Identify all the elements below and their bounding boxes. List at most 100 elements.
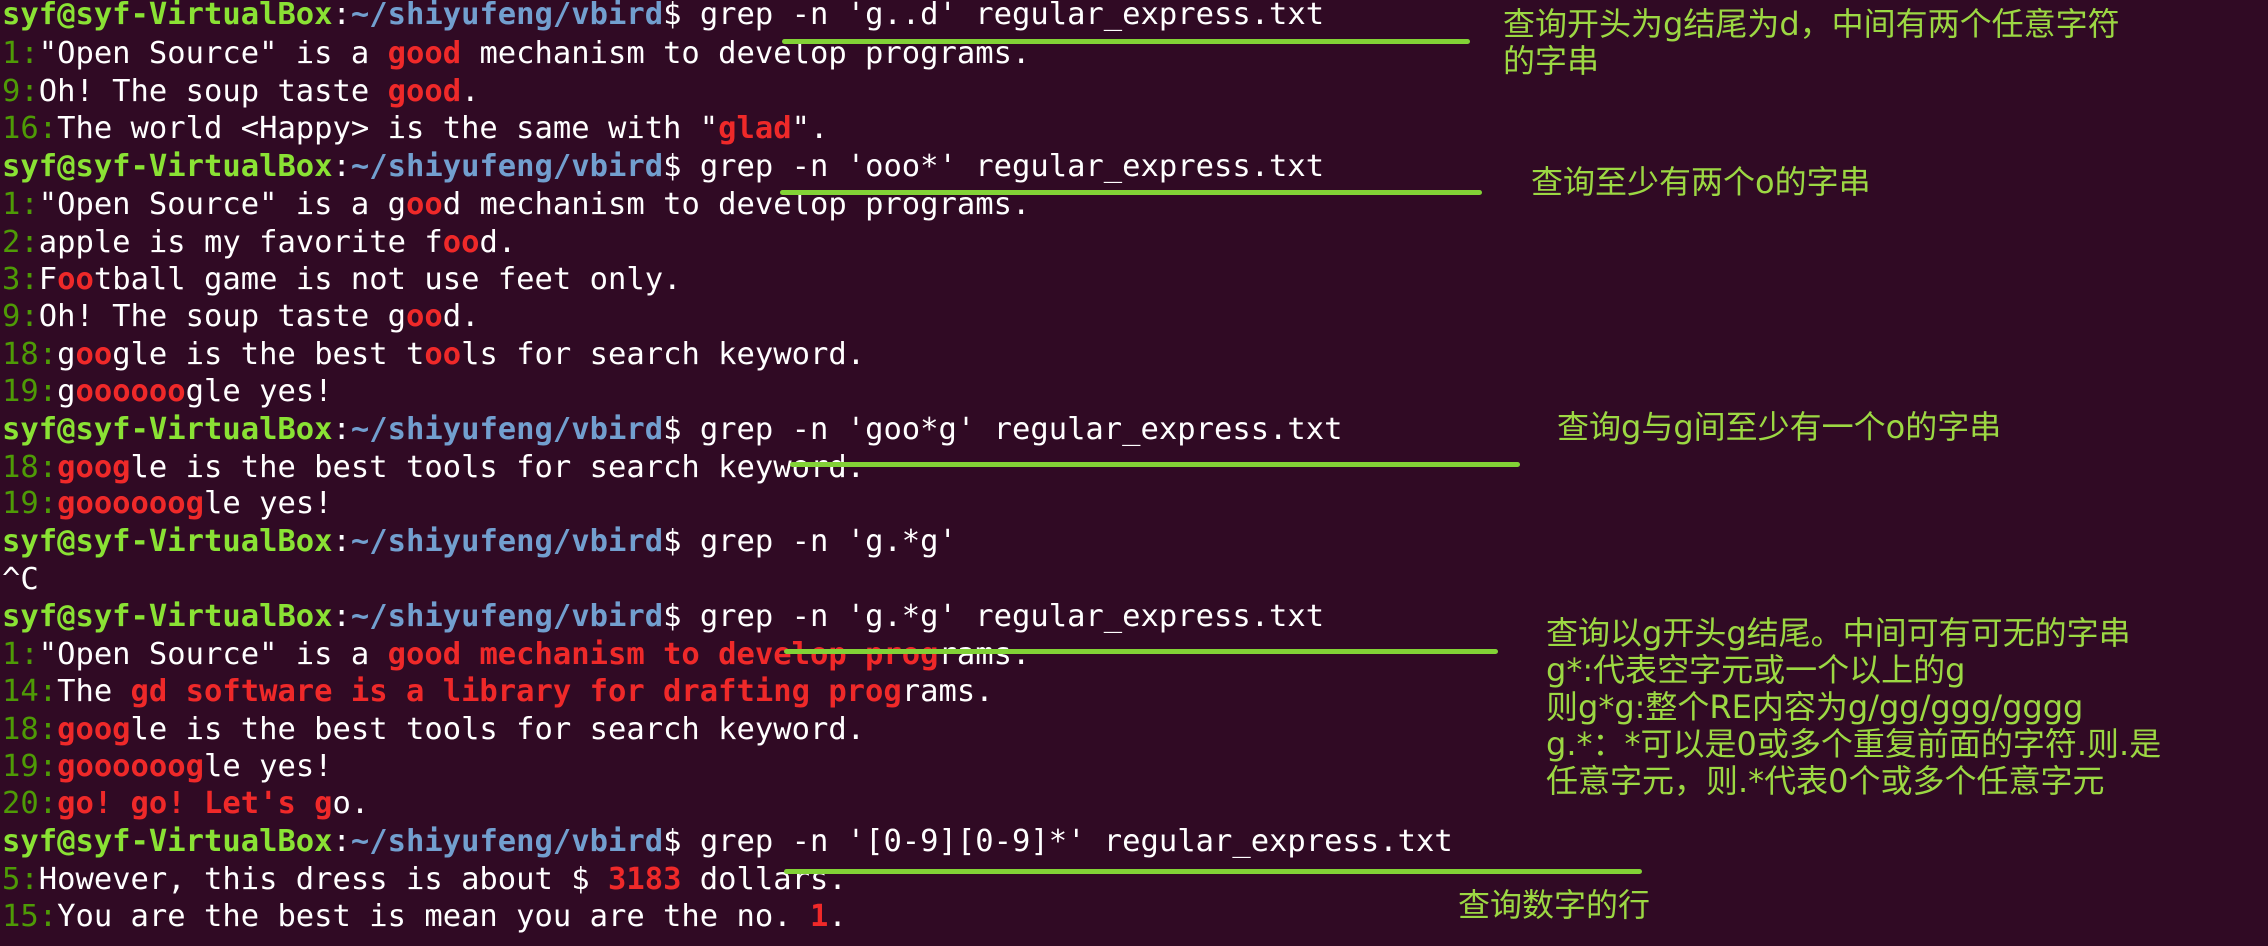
prompt-symbol: $	[663, 824, 700, 859]
output-line: 16:The world <Happy> is the same with "g…	[2, 110, 828, 147]
output-text: g	[57, 374, 76, 409]
line-number: 18:	[2, 712, 58, 747]
line-number: 19:	[2, 749, 58, 784]
prompt-symbol: $	[663, 149, 700, 184]
prompt-colon: :	[332, 524, 351, 559]
output-line: 18:google is the best tools for search k…	[2, 449, 865, 486]
output-line: 18:google is the best tools for search k…	[2, 336, 865, 373]
line-number: 9:	[2, 74, 39, 109]
line-number: 1:	[2, 36, 39, 71]
command-text: grep -n '[0-9][0-9]*' regular_express.tx…	[699, 824, 1453, 859]
output-text: ".	[791, 111, 829, 146]
output-text: "Open Source" is a	[38, 637, 388, 672]
annotation-line: 查询g与g间至少有一个o的字串	[1557, 408, 2002, 446]
output-text: g	[57, 337, 76, 372]
output-line: 3:Football game is not use feet only.	[2, 261, 681, 298]
prompt-colon: :	[332, 824, 351, 859]
annotation-line: g*:代表空字元或一个以上的g	[1546, 651, 1966, 689]
match-highlight: oo	[406, 299, 443, 334]
output-text: .	[461, 74, 480, 109]
prompt-path: ~/shiyufeng/vbird	[350, 149, 664, 184]
match-highlight: goog	[57, 450, 131, 485]
line-number: 18:	[2, 337, 58, 372]
match-highlight: 1	[809, 899, 829, 934]
output-line: 9:Oh! The soup taste good.	[2, 73, 479, 110]
terminal-window[interactable]: syf@syf-VirtualBox:~/shiyufeng/vbird$ gr…	[0, 0, 2268, 946]
line-number: 16:	[2, 111, 58, 146]
prompt-colon: :	[332, 149, 351, 184]
output-text: "Open Source" is a g	[38, 187, 406, 222]
annotation-line: 则g*g:整个RE内容为g/gg/ggg/gggg	[1546, 688, 2084, 726]
prompt-symbol: $	[663, 599, 700, 634]
match-highlight: oo	[75, 337, 113, 372]
match-highlight: good	[387, 36, 462, 71]
prompt-colon: :	[332, 0, 351, 32]
command-line: syf@syf-VirtualBox:~/shiyufeng/vbird$ gr…	[2, 523, 957, 560]
annotation-line: 查询以g开头g结尾。中间可有可无的字串	[1546, 614, 2131, 652]
line-number: 1:	[2, 187, 39, 222]
output-text: rams.	[938, 637, 1031, 672]
output-line: 19:goooooogle yes!	[2, 373, 333, 410]
annotation-note: 查询g与g间至少有一个o的字串	[1557, 409, 2001, 446]
line-number: 20:	[2, 786, 58, 821]
match-highlight: goooooog	[57, 486, 204, 521]
output-text: d.	[442, 299, 480, 334]
command-text: grep -n 'g.*g' regular_express.txt	[699, 599, 1325, 634]
output-line: 20:go! go! Let's go.	[2, 785, 369, 822]
annotation-line: 查询数字的行	[1458, 886, 1651, 924]
match-highlight: gd software is a library for drafting pr…	[130, 674, 902, 709]
output-text: rams.	[901, 674, 994, 709]
output-line: 2:apple is my favorite food.	[2, 224, 516, 261]
prompt-colon: :	[332, 599, 351, 634]
output-text: Oh! The soup taste g	[38, 299, 406, 334]
command-text: grep -n 'ooo*' regular_express.txt	[699, 149, 1325, 184]
prompt-path: ~/shiyufeng/vbird	[350, 0, 664, 32]
prompt-path: ~/shiyufeng/vbird	[350, 412, 664, 447]
prompt-user: syf@syf-VirtualBox	[2, 599, 333, 634]
match-highlight: glad	[718, 111, 792, 146]
command-line: syf@syf-VirtualBox:~/shiyufeng/vbird$ gr…	[2, 823, 1453, 860]
match-highlight: goooooog	[57, 749, 204, 784]
output-text: le is the best tools for search keyword.	[130, 450, 866, 485]
annotation-note: 查询以g开头g结尾。中间可有可无的字串 g*:代表空字元或一个以上的g 则g*g:整…	[1546, 615, 2161, 800]
annotation-line: g.*：*可以是0或多个重复前面的字符.则.是	[1546, 725, 2162, 763]
output-text: Oh! The soup taste	[38, 74, 388, 109]
line-number: 19:	[2, 374, 58, 409]
output-line: 18:google is the best tools for search k…	[2, 711, 865, 748]
output-text: le yes!	[204, 486, 333, 521]
output-text: The	[57, 674, 131, 709]
output-text: gle is the best t	[112, 337, 425, 372]
annotation-line: 的字串	[1503, 42, 1600, 80]
line-number: 14:	[2, 674, 58, 709]
prompt-symbol: $	[663, 412, 700, 447]
command-line: syf@syf-VirtualBox:~/shiyufeng/vbird$ gr…	[2, 411, 1343, 448]
annotation-line: 查询至少有两个o的字串	[1531, 163, 1871, 201]
output-line: 15:You are the best is mean you are the …	[2, 898, 847, 935]
prompt-user: syf@syf-VirtualBox	[2, 412, 333, 447]
prompt-path: ~/shiyufeng/vbird	[350, 599, 664, 634]
output-text: F	[38, 262, 58, 297]
output-text: ls for search keyword.	[461, 337, 866, 372]
annotation-note: 查询数字的行	[1458, 887, 1650, 924]
line-number: 9:	[2, 299, 39, 334]
prompt-path: ~/shiyufeng/vbird	[350, 824, 664, 859]
output-line: 14:The gd software is a library for draf…	[2, 673, 994, 710]
command-line: syf@syf-VirtualBox:~/shiyufeng/vbird$ gr…	[2, 148, 1324, 185]
line-number: 19:	[2, 486, 58, 521]
annotation-note: 查询至少有两个o的字串	[1531, 164, 1871, 201]
match-highlight: go! go! Let's g	[57, 786, 333, 821]
prompt-user: syf@syf-VirtualBox	[2, 524, 333, 559]
interrupt-line: ^C	[2, 561, 39, 598]
command-text: grep -n 'g.*g'	[699, 524, 957, 559]
output-text: However, this dress is about $	[38, 862, 608, 897]
output-line: 5:However, this dress is about $ 3183 do…	[2, 861, 847, 898]
match-highlight: oooooo	[75, 374, 186, 409]
output-text: apple is my favorite f	[38, 225, 443, 260]
prompt-symbol: $	[663, 524, 700, 559]
line-number: 15:	[2, 899, 58, 934]
match-highlight: good	[387, 74, 462, 109]
match-highlight: good mechanism to develop prog	[387, 637, 939, 672]
line-number: 18:	[2, 450, 58, 485]
line-number: 1:	[2, 637, 39, 672]
output-text: tball game is not use feet only.	[93, 262, 682, 297]
